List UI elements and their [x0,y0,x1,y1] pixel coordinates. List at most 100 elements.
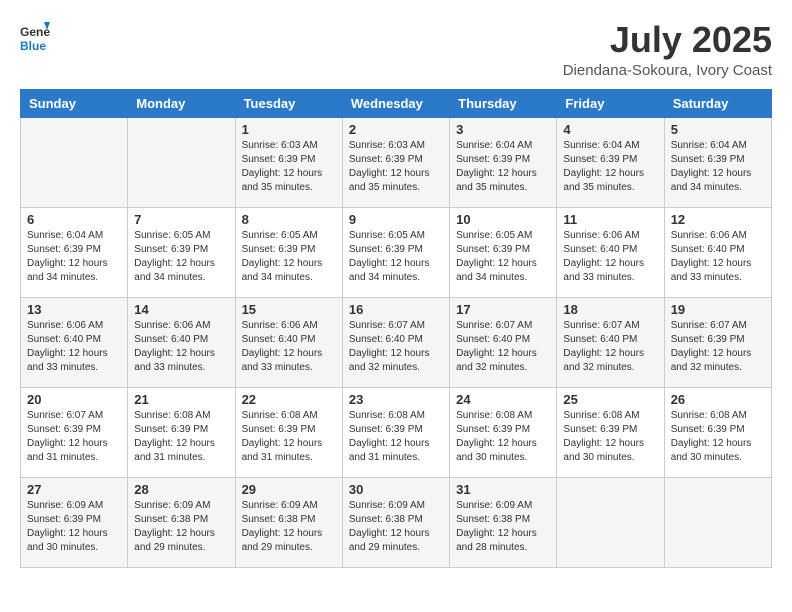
day-info: Sunrise: 6:08 AMSunset: 6:39 PMDaylight:… [242,409,336,465]
header-thursday: Thursday [450,89,557,117]
day-number: 28 [134,482,228,497]
header-friday: Friday [557,89,664,117]
calendar-cell [21,117,128,207]
calendar-cell: 3Sunrise: 6:04 AMSunset: 6:39 PMDaylight… [450,117,557,207]
day-info: Sunrise: 6:05 AMSunset: 6:39 PMDaylight:… [456,229,550,285]
calendar-cell: 2 Sunrise: 6:03 AMSunset: 6:39 PMDaylight… [342,117,449,207]
calendar-week-1: 1 Sunrise: 6:03 AMSunset: 6:39 PMDaylight… [21,117,772,207]
day-info: Sunrise: 6:06 AMSunset: 6:40 PMDaylight:… [27,319,121,375]
header-wednesday: Wednesday [342,89,449,117]
calendar-cell: 10 Sunrise: 6:05 AMSunset: 6:39 PMDayligh… [450,207,557,297]
calendar-cell: 12 Sunrise: 6:06 AMSunset: 6:40 PMDayligh… [664,207,771,297]
calendar-cell: 6 Sunrise: 6:04 AMSunset: 6:39 PMDaylight… [21,207,128,297]
day-number: 22 [242,392,336,407]
calendar-cell: 20 Sunrise: 6:07 AMSunset: 6:39 PMDayligh… [21,387,128,477]
header-monday: Monday [128,89,235,117]
day-info: Sunrise: 6:03 AMSunset: 6:39 PMDaylight:… [242,139,336,195]
calendar-cell: 17Sunrise: 6:07 AMSunset: 6:40 PMDayligh… [450,297,557,387]
calendar-week-2: 6 Sunrise: 6:04 AMSunset: 6:39 PMDaylight… [21,207,772,297]
calendar-cell: 15 Sunrise: 6:06 AMSunset: 6:40 PMDayligh… [235,297,342,387]
day-info: Sunrise: 6:09 AMSunset: 6:38 PMDaylight:… [242,499,336,555]
day-info: Sunrise: 6:04 AMSunset: 6:39 PMDaylight:… [456,139,550,195]
calendar-cell [128,117,235,207]
calendar-body: 1 Sunrise: 6:03 AMSunset: 6:39 PMDaylight… [21,117,772,567]
calendar-week-4: 20 Sunrise: 6:07 AMSunset: 6:39 PMDayligh… [21,387,772,477]
calendar-cell: 1 Sunrise: 6:03 AMSunset: 6:39 PMDaylight… [235,117,342,207]
header-sunday: Sunday [21,89,128,117]
day-info: Sunrise: 6:08 AMSunset: 6:39 PMDaylight:… [563,409,657,465]
day-info: Sunrise: 6:04 AMSunset: 6:39 PMDaylight:… [563,139,657,195]
day-info: Sunrise: 6:06 AMSunset: 6:40 PMDaylight:… [242,319,336,375]
day-number: 7 [134,212,228,227]
calendar-cell: 23 Sunrise: 6:08 AMSunset: 6:39 PMDayligh… [342,387,449,477]
day-number: 12 [671,212,765,227]
day-info: Sunrise: 6:09 AMSunset: 6:38 PMDaylight:… [134,499,228,555]
day-number: 26 [671,392,765,407]
calendar-cell: 13 Sunrise: 6:06 AMSunset: 6:40 PMDayligh… [21,297,128,387]
day-info: Sunrise: 6:07 AMSunset: 6:39 PMDaylight:… [671,319,765,375]
calendar-cell: 19Sunrise: 6:07 AMSunset: 6:39 PMDayligh… [664,297,771,387]
day-number: 20 [27,392,121,407]
day-number: 11 [563,212,657,227]
svg-text:Blue: Blue [20,39,46,53]
calendar-cell: 21 Sunrise: 6:08 AMSunset: 6:39 PMDayligh… [128,387,235,477]
day-number: 29 [242,482,336,497]
day-info: Sunrise: 6:06 AMSunset: 6:40 PMDaylight:… [671,229,765,285]
day-info: Sunrise: 6:07 AMSunset: 6:39 PMDaylight:… [27,409,121,465]
calendar-table: SundayMondayTuesdayWednesdayThursdayFrid… [20,89,772,568]
calendar-cell: 7Sunrise: 6:05 AMSunset: 6:39 PMDaylight… [128,207,235,297]
calendar-cell: 29 Sunrise: 6:09 AMSunset: 6:38 PMDayligh… [235,477,342,567]
day-info: Sunrise: 6:08 AMSunset: 6:39 PMDaylight:… [349,409,443,465]
header-tuesday: Tuesday [235,89,342,117]
calendar-cell: 16 Sunrise: 6:07 AMSunset: 6:40 PMDayligh… [342,297,449,387]
day-number: 30 [349,482,443,497]
day-info: Sunrise: 6:09 AMSunset: 6:38 PMDaylight:… [456,499,550,555]
day-number: 25 [563,392,657,407]
day-number: 23 [349,392,443,407]
day-number: 15 [242,302,336,317]
day-number: 10 [456,212,550,227]
day-number: 27 [27,482,121,497]
day-info: Sunrise: 6:06 AMSunset: 6:40 PMDaylight:… [563,229,657,285]
day-number: 6 [27,212,121,227]
calendar-cell: 28 Sunrise: 6:09 AMSunset: 6:38 PMDayligh… [128,477,235,567]
day-number: 31 [456,482,550,497]
calendar-cell: 18 Sunrise: 6:07 AMSunset: 6:40 PMDayligh… [557,297,664,387]
calendar-cell: 4 Sunrise: 6:04 AMSunset: 6:39 PMDaylight… [557,117,664,207]
logo: General Blue [20,20,50,55]
calendar-cell: 22 Sunrise: 6:08 AMSunset: 6:39 PMDayligh… [235,387,342,477]
calendar-cell: 11 Sunrise: 6:06 AMSunset: 6:40 PMDayligh… [557,207,664,297]
calendar-cell: 14Sunrise: 6:06 AMSunset: 6:40 PMDayligh… [128,297,235,387]
day-number: 4 [563,122,657,137]
calendar-cell: 30 Sunrise: 6:09 AMSunset: 6:38 PMDayligh… [342,477,449,567]
day-number: 21 [134,392,228,407]
calendar-week-5: 27 Sunrise: 6:09 AMSunset: 6:39 PMDayligh… [21,477,772,567]
day-info: Sunrise: 6:04 AMSunset: 6:39 PMDaylight:… [27,229,121,285]
day-info: Sunrise: 6:07 AMSunset: 6:40 PMDaylight:… [349,319,443,375]
day-number: 9 [349,212,443,227]
day-number: 2 [349,122,443,137]
day-info: Sunrise: 6:05 AMSunset: 6:39 PMDaylight:… [349,229,443,285]
day-number: 16 [349,302,443,317]
day-number: 17 [456,302,550,317]
calendar-week-3: 13 Sunrise: 6:06 AMSunset: 6:40 PMDayligh… [21,297,772,387]
svg-text:General: General [20,25,50,39]
day-info: Sunrise: 6:09 AMSunset: 6:38 PMDaylight:… [349,499,443,555]
day-info: Sunrise: 6:04 AMSunset: 6:39 PMDaylight:… [671,139,765,195]
calendar-cell [664,477,771,567]
title-block: July 2025 Diendana-Sokoura, Ivory Coast [563,20,772,79]
day-info: Sunrise: 6:08 AMSunset: 6:39 PMDaylight:… [134,409,228,465]
day-info: Sunrise: 6:07 AMSunset: 6:40 PMDaylight:… [563,319,657,375]
calendar-cell: 5 Sunrise: 6:04 AMSunset: 6:39 PMDaylight… [664,117,771,207]
calendar-cell: 25 Sunrise: 6:08 AMSunset: 6:39 PMDayligh… [557,387,664,477]
calendar-cell: 24Sunrise: 6:08 AMSunset: 6:39 PMDayligh… [450,387,557,477]
calendar-cell: 31 Sunrise: 6:09 AMSunset: 6:38 PMDayligh… [450,477,557,567]
day-info: Sunrise: 6:03 AMSunset: 6:39 PMDaylight:… [349,139,443,195]
day-number: 14 [134,302,228,317]
day-number: 18 [563,302,657,317]
day-number: 5 [671,122,765,137]
day-number: 13 [27,302,121,317]
day-info: Sunrise: 6:08 AMSunset: 6:39 PMDaylight:… [671,409,765,465]
day-info: Sunrise: 6:09 AMSunset: 6:39 PMDaylight:… [27,499,121,555]
day-number: 1 [242,122,336,137]
